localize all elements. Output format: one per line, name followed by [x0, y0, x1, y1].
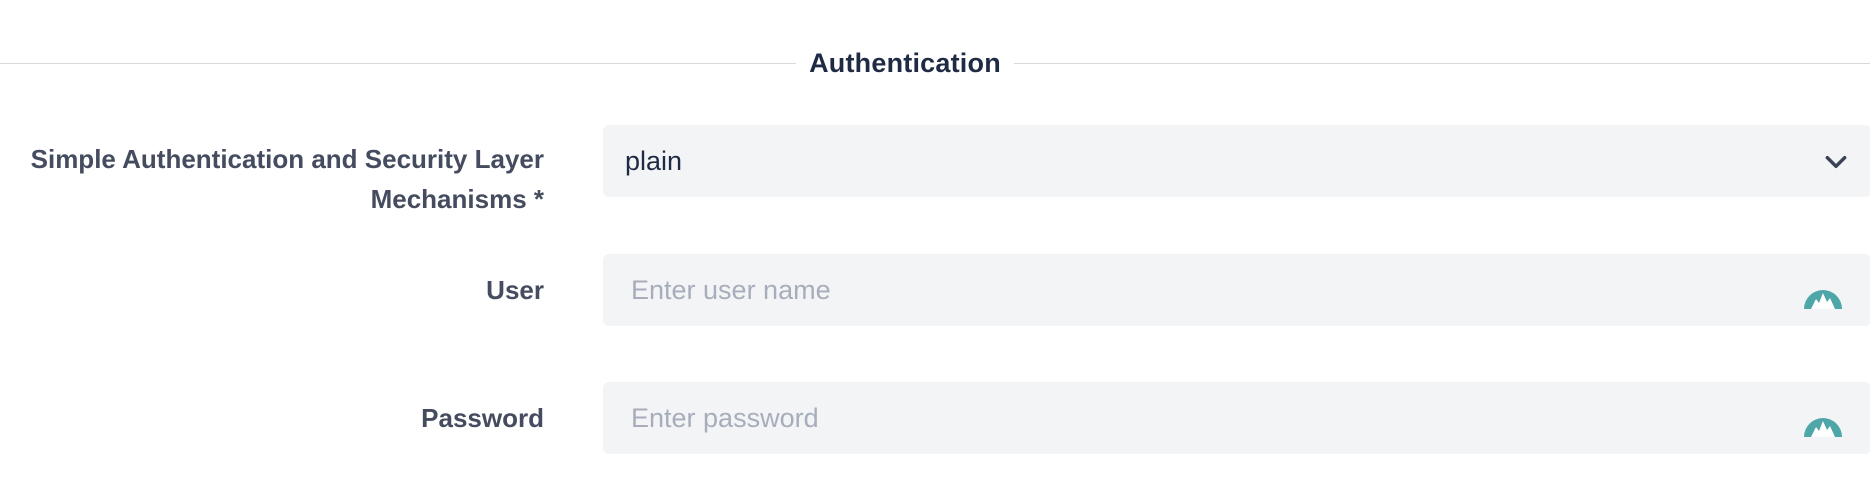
password-manager-icon[interactable]: [1803, 400, 1843, 438]
divider-line-left: [0, 63, 796, 64]
section-divider: Authentication: [0, 42, 1870, 82]
password-row: Password: [0, 382, 1870, 454]
user-label: User: [486, 275, 544, 305]
divider-line-right: [1014, 63, 1870, 64]
password-input[interactable]: [631, 382, 1791, 454]
sasl-mechanism-select[interactable]: plain: [603, 125, 1870, 197]
sasl-mechanism-selected-value: plain: [625, 146, 683, 176]
sasl-mechanism-label-line1: Simple Authentication and Security Layer: [30, 144, 544, 174]
user-name-input[interactable]: [631, 254, 1791, 326]
user-row: User: [0, 254, 1870, 326]
password-label: Password: [421, 403, 544, 433]
sasl-mechanism-label: Simple Authentication and Security Layer…: [31, 139, 544, 219]
section-title: Authentication: [809, 48, 1001, 78]
sasl-mechanism-label-line2: Mechanisms *: [370, 184, 544, 214]
chevron-down-icon: [1825, 155, 1847, 169]
sasl-mechanism-row: Simple Authentication and Security Layer…: [0, 125, 1870, 220]
user-field: [603, 254, 1870, 326]
password-manager-icon[interactable]: [1803, 272, 1843, 310]
password-field: [603, 382, 1870, 454]
